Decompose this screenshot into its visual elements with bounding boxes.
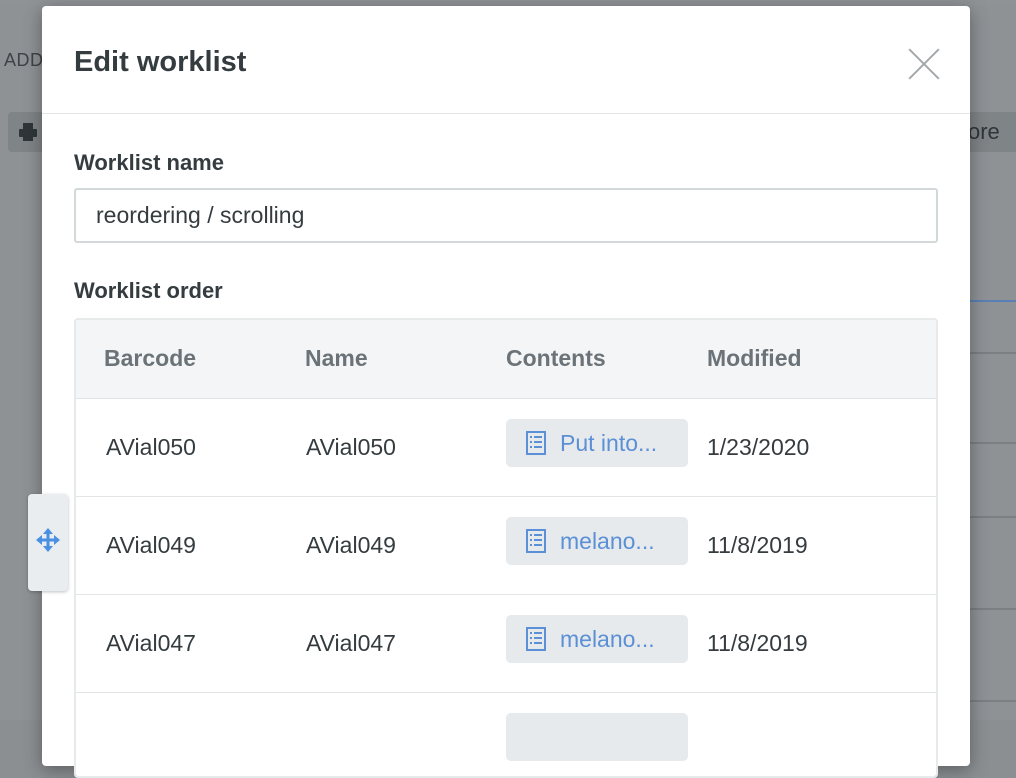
- barcode-cell: AVial049: [106, 532, 196, 558]
- background-divider: [970, 700, 1016, 702]
- barcode-cell: AVial050: [106, 434, 196, 460]
- name-cell: AVial047: [306, 630, 396, 656]
- modified-cell: 1/23/2020: [707, 434, 810, 460]
- table-row[interactable]: [76, 693, 936, 776]
- background-divider: [970, 442, 1016, 444]
- column-header-modified[interactable]: Modified: [707, 345, 802, 372]
- table-header: Barcode Name Contents Modified: [76, 320, 936, 399]
- contents-label: melano...: [560, 625, 655, 652]
- modified-cell: 11/8/2019: [707, 630, 808, 656]
- table-row[interactable]: AVial050 AVial050 Put into... 1/23/2020: [76, 399, 936, 497]
- table-row[interactable]: AVial049 AVial049 melano... 11/8/2019: [76, 497, 936, 595]
- contents-link[interactable]: melano...: [506, 615, 688, 663]
- document-list-icon: [526, 627, 546, 651]
- contents-link[interactable]: Put into...: [506, 419, 688, 467]
- name-cell: AVial049: [306, 532, 396, 558]
- contents-label: Put into...: [560, 429, 658, 456]
- document-list-icon: [526, 529, 546, 553]
- modified-cell: 11/8/2019: [707, 532, 808, 558]
- worklist-order-label: Worklist order: [74, 278, 223, 303]
- document-list-icon: [526, 431, 546, 455]
- close-icon[interactable]: [908, 48, 940, 80]
- row-drag-handle[interactable]: [28, 494, 68, 591]
- modal-title: Edit worklist: [74, 46, 247, 78]
- contents-link[interactable]: melano...: [506, 517, 688, 565]
- barcode-cell: AVial047: [106, 630, 196, 656]
- background-divider: [970, 608, 1016, 610]
- background-divider: [970, 516, 1016, 518]
- background-divider: [970, 300, 1016, 302]
- name-cell: AVial050: [306, 434, 396, 460]
- background-add-label: ADD: [4, 50, 44, 70]
- column-header-contents[interactable]: Contents: [506, 345, 606, 372]
- edit-worklist-modal: Edit worklist Worklist name Worklist ord…: [42, 6, 970, 778]
- table-row[interactable]: AVial047 AVial047 melano... 11/8/2019: [76, 595, 936, 693]
- worklist-name-label: Worklist name: [74, 150, 224, 175]
- background-divider: [970, 352, 1016, 354]
- worklist-order-table: Barcode Name Contents Modified AVial050 …: [74, 318, 938, 778]
- move-arrows-icon: [35, 527, 61, 558]
- column-header-barcode[interactable]: Barcode: [104, 345, 196, 372]
- column-header-name[interactable]: Name: [305, 345, 368, 372]
- modal-header: Edit worklist: [42, 6, 970, 114]
- contents-link[interactable]: [506, 713, 688, 761]
- worklist-name-input[interactable]: [74, 188, 938, 243]
- contents-label: melano...: [560, 527, 655, 554]
